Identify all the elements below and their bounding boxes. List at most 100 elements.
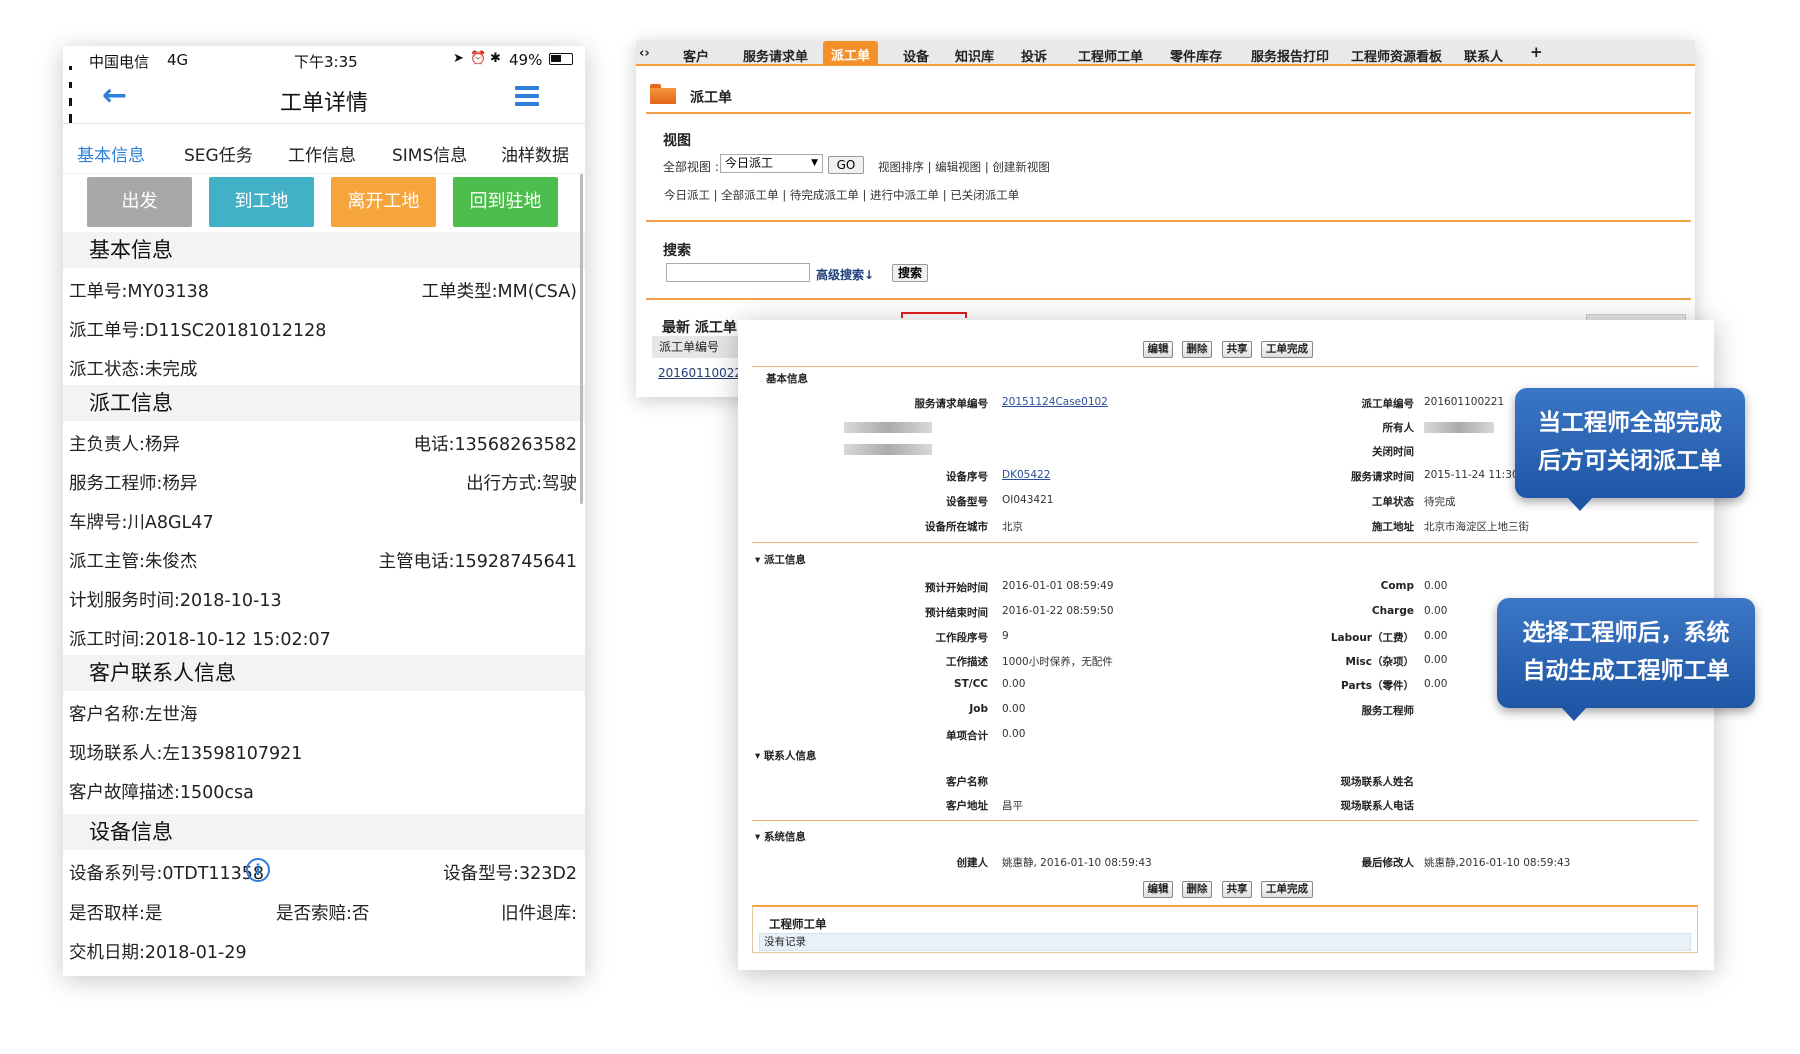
share-button[interactable]: 共享: [1222, 341, 1252, 358]
labour-value: 0.00: [1424, 630, 1448, 642]
edit-button[interactable]: 编辑: [1143, 341, 1173, 358]
nav-scroll-icon[interactable]: ‹›: [639, 46, 650, 61]
advanced-search-link[interactable]: 高级搜索↓: [816, 266, 874, 283]
top-nav: ‹› 客户 服务请求单 派工单 设备 知识库 投诉 工程师工单 零件库存 服务报…: [636, 40, 1695, 66]
old-parts-return: 旧件退库:: [501, 904, 577, 924]
owner-phone[interactable]: 电话:13568263582: [414, 431, 577, 456]
stcc-value: 0.00: [1002, 678, 1026, 690]
nav-item-resource-board[interactable]: 工程师资源看板: [1351, 46, 1442, 65]
misc-value: 0.00: [1424, 654, 1448, 666]
leave-site-button[interactable]: 离开工地: [331, 177, 436, 227]
travel-mode: 出行方式:驾驶: [466, 474, 577, 494]
page-title: 工单详情: [279, 91, 368, 116]
misc-label: Misc（杂项）: [1345, 656, 1414, 668]
equipment-no-link[interactable]: DK05422: [1002, 469, 1050, 481]
nav-item-dispatch[interactable]: 派工单: [823, 41, 879, 65]
folder-icon: [650, 84, 676, 104]
tab-work-info[interactable]: 工作信息: [288, 141, 356, 166]
divider: [646, 112, 1691, 114]
tab-seg-tasks[interactable]: SEG任务: [184, 141, 253, 166]
supervisor-phone[interactable]: 主管电话:15928745641: [379, 548, 577, 573]
view-select[interactable]: 今日派工 ▼: [720, 154, 823, 173]
sr-time-value: 2015-11-24 11:30:1: [1424, 469, 1529, 481]
edit-button[interactable]: 编辑: [1143, 881, 1173, 898]
tab-oil-sample[interactable]: 油样数据: [501, 141, 569, 166]
creator-value: 姚惠静, 2016-01-10 08:59:43: [1002, 857, 1152, 869]
add-tab-icon[interactable]: +: [1530, 43, 1543, 61]
info-icon[interactable]: i: [246, 858, 270, 882]
location-icon: ➤: [453, 51, 464, 66]
arrive-site-button[interactable]: 到工地: [209, 177, 314, 227]
go-button[interactable]: GO: [828, 156, 864, 174]
nav-item-report-print[interactable]: 服务报告打印: [1251, 46, 1329, 65]
engineer-label: 服务工程师: [1361, 705, 1415, 717]
nav-item-service-request[interactable]: 服务请求单: [743, 46, 808, 65]
labour-label: Labour（工费）: [1330, 632, 1414, 644]
alarm-icon: ⏰: [470, 51, 487, 66]
nav-item-parts-stock[interactable]: 零件库存: [1170, 46, 1222, 65]
bluetooth-icon: ✱: [490, 51, 501, 66]
scrollbar[interactable]: [580, 174, 583, 504]
customer-name: 客户名称:左世海: [69, 705, 198, 725]
callout-tail: [1561, 707, 1587, 721]
clock: 下午3:35: [294, 53, 358, 71]
dispatch-time: 派工时间:2018-10-12 15:02:07: [69, 630, 331, 650]
close-time-label: 关闭时间: [1372, 446, 1414, 458]
job-label: Job: [969, 703, 988, 715]
nav-item-complaint[interactable]: 投诉: [1021, 46, 1047, 65]
delete-button[interactable]: 删除: [1182, 881, 1212, 898]
divider: [646, 298, 1691, 300]
recent-heading: 最新 派工单: [662, 320, 737, 336]
nav-item-engineer-order[interactable]: 工程师工单: [1078, 46, 1143, 65]
sr-no-link[interactable]: 20151124Case0102: [1002, 396, 1108, 408]
service-engineer: 服务工程师:杨异: [69, 474, 198, 494]
nav-item-customer[interactable]: 客户: [683, 46, 709, 65]
share-button[interactable]: 共享: [1222, 881, 1252, 898]
complete-order-button[interactable]: 工单完成: [1261, 881, 1313, 898]
nav-item-contacts[interactable]: 联系人: [1464, 46, 1503, 65]
return-base-button[interactable]: 回到驻地: [453, 177, 558, 227]
view-filters[interactable]: 今日派工 | 全部派工单 | 待完成派工单 | 进行中派工单 | 已关闭派工单: [664, 187, 1019, 203]
search-input[interactable]: [666, 263, 810, 282]
delete-button[interactable]: 删除: [1182, 341, 1212, 358]
modifier-value: 姚惠静,2016-01-10 08:59:43: [1424, 857, 1571, 869]
plan-end-label: 预计结束时间: [925, 607, 988, 619]
complete-order-button[interactable]: 工单完成: [1261, 341, 1313, 358]
stcc-label: ST/CC: [954, 678, 988, 690]
contact-info-heading[interactable]: ▾ 联系人信息: [755, 748, 816, 763]
search-button[interactable]: 搜索: [892, 264, 928, 282]
nav-item-knowledge[interactable]: 知识库: [955, 46, 994, 65]
customer-address-value: 昌平: [1002, 800, 1023, 812]
basic-info-heading: 基本信息: [766, 373, 808, 385]
menu-icon[interactable]: [515, 86, 539, 106]
carrier-label: 中国电信: [89, 53, 150, 71]
callout-close-dispatch: 当工程师全部完成 后方可关闭派工单: [1515, 388, 1745, 511]
job-value: 0.00: [1002, 703, 1026, 715]
dropdown-arrow-icon: ▼: [811, 158, 818, 168]
plan-end-value: 2016-01-22 08:59:50: [1002, 605, 1114, 617]
column-header: 派工单编号: [652, 336, 752, 358]
divider: [752, 366, 1698, 367]
redacted-field: [844, 422, 932, 433]
redacted-field: [844, 444, 932, 455]
site-contact: 现场联系人:左13598107921: [69, 744, 303, 764]
equipment-city-label: 设备所在城市: [925, 521, 988, 533]
comp-label: Comp: [1380, 580, 1414, 592]
page-title: 派工单: [690, 90, 732, 106]
depart-button[interactable]: 出发: [87, 177, 192, 227]
charge-label: Charge: [1371, 605, 1414, 617]
order-type: 工单类型:MM(CSA): [421, 282, 577, 302]
dispatch-status: 派工状态:未完成: [69, 360, 198, 380]
dispatch-info-heading[interactable]: ▾ 派工信息: [755, 552, 806, 567]
order-no: 工单号:MY03138: [69, 282, 209, 302]
creator-label: 创建人: [956, 857, 989, 869]
parts-value: 0.00: [1424, 678, 1448, 690]
system-info-heading[interactable]: ▾ 系统信息: [755, 829, 806, 844]
tab-sims-info[interactable]: SIMS信息: [392, 141, 467, 166]
view-links[interactable]: 视图排序 | 编辑视图 | 创建新视图: [878, 159, 1050, 175]
segment-value: 9: [1002, 630, 1009, 642]
nav-item-equipment[interactable]: 设备: [903, 46, 929, 65]
callout-tail: [1567, 497, 1593, 511]
recent-row-link[interactable]: 201601100221: [658, 366, 750, 380]
tab-basic-info[interactable]: 基本信息: [77, 141, 145, 166]
